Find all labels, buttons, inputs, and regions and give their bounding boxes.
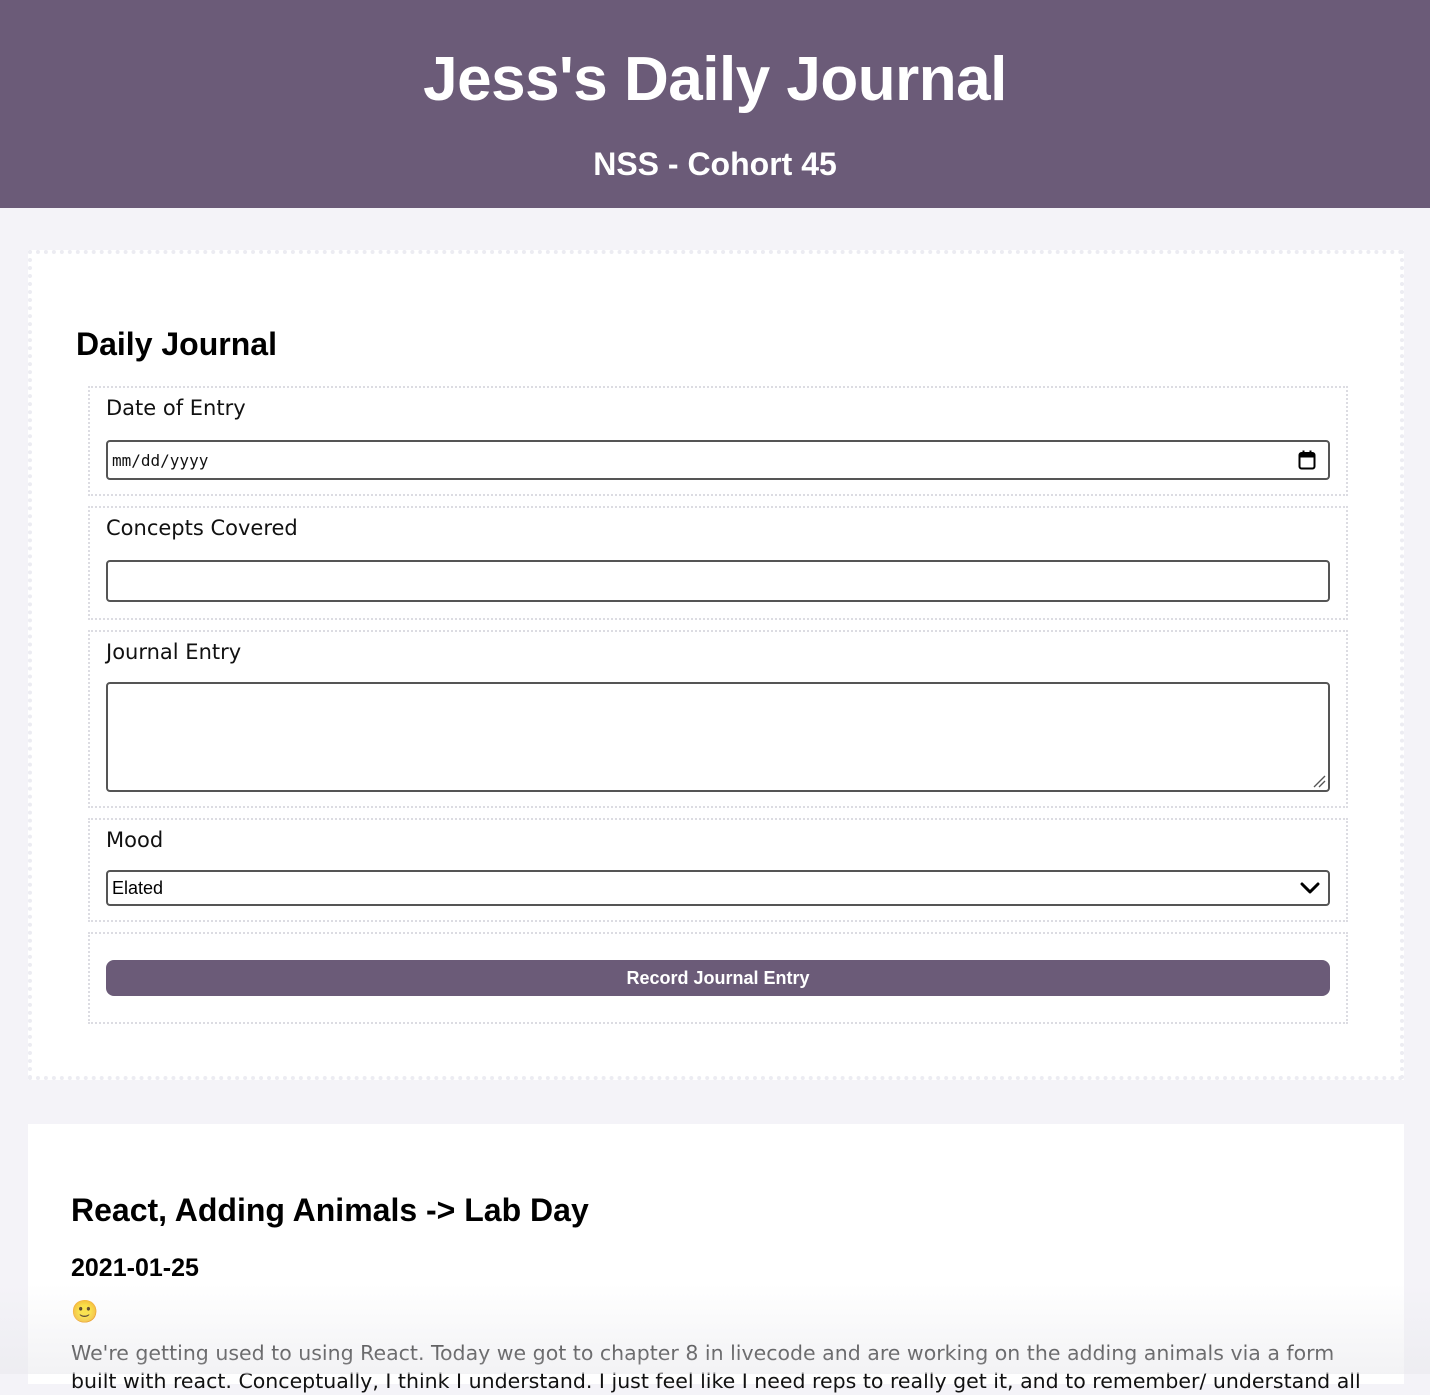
site-title: Jess's Daily Journal [0,44,1430,115]
mood-select[interactable]: Elated [106,870,1330,906]
concepts-label: Concepts Covered [106,516,298,540]
entry-text: We're getting used to using React. Today… [71,1339,1361,1395]
resize-handle-icon[interactable] [1312,774,1326,788]
concepts-input[interactable] [106,560,1330,602]
mood-label: Mood [106,828,163,852]
form-title: Daily Journal [76,326,277,363]
entry-textarea[interactable] [106,682,1330,792]
entry-label: Journal Entry [106,640,241,664]
chevron-down-icon [1300,880,1320,896]
journal-form: Daily Journal Date of Entry mm/dd/yyyy C… [28,250,1404,1080]
date-fieldset: Date of Entry mm/dd/yyyy [88,386,1348,496]
mood-fieldset: Mood Elated [88,818,1348,922]
entry-concept: React, Adding Animals -> Lab Day [71,1192,589,1229]
entry-date: 2021-01-25 [71,1254,199,1283]
date-input[interactable]: mm/dd/yyyy [106,440,1330,480]
site-subtitle: NSS - Cohort 45 [0,146,1430,183]
submit-fieldset: Record Journal Entry [88,932,1348,1024]
date-placeholder: mm/dd/yyyy [112,451,208,470]
entry-mood-emoji: 🙂 [71,1300,98,1325]
record-entry-button[interactable]: Record Journal Entry [106,960,1330,996]
mood-selected-value: Elated [112,878,163,899]
site-header: Jess's Daily Journal NSS - Cohort 45 [0,0,1430,208]
concepts-fieldset: Concepts Covered [88,506,1348,620]
calendar-icon[interactable] [1298,450,1316,470]
date-label: Date of Entry [106,396,246,420]
journal-entry-card: React, Adding Animals -> Lab Day 2021-01… [28,1124,1404,1384]
entry-fieldset: Journal Entry [88,630,1348,808]
